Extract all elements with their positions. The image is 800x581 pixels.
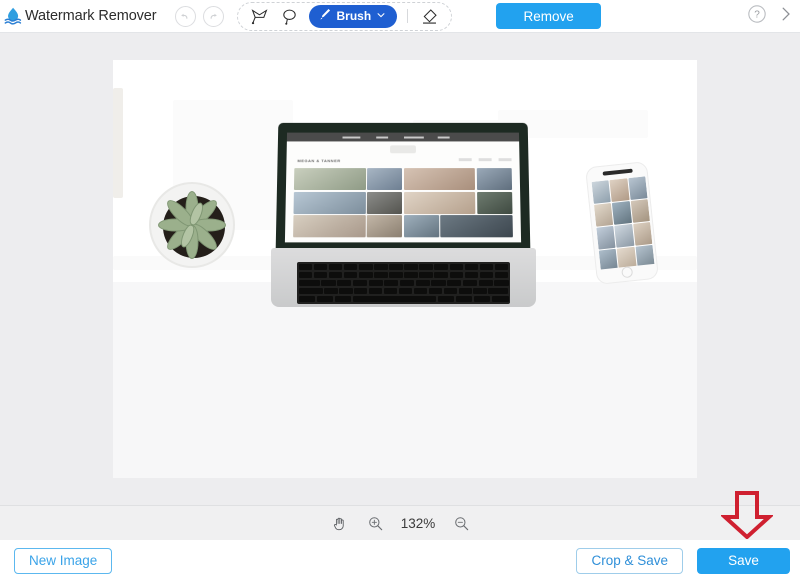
phone-speaker (602, 168, 633, 176)
succulent-plant (149, 182, 235, 268)
app-title: Watermark Remover (25, 8, 157, 24)
zoom-level-label: 132% (400, 515, 436, 531)
laptop-screen: MEGAN & TANNER (284, 132, 522, 243)
selection-tool-group: Brush (236, 1, 453, 31)
laptop-lid: MEGAN & TANNER (275, 122, 531, 251)
hand-pan-icon[interactable] (328, 512, 350, 534)
laptop-keyboard (297, 262, 510, 304)
eraser-icon[interactable] (414, 4, 444, 29)
brand: Watermark Remover (0, 5, 157, 27)
water-drop-wave-logo-icon (3, 5, 25, 27)
save-actions: Crop & Save Save (576, 547, 800, 574)
brush-tool-button[interactable]: Brush (308, 4, 398, 28)
smartphone (585, 161, 659, 285)
history-buttons (174, 5, 224, 27)
question-mark-circle-icon[interactable]: ? (747, 4, 767, 29)
desk-surface (113, 282, 697, 478)
remove-button[interactable]: Remove (496, 3, 602, 29)
brush-tool-label: Brush (336, 9, 372, 23)
redo-arrow-icon[interactable] (202, 5, 224, 27)
toolbar-divider (407, 9, 409, 23)
watermark-remover-app: Watermark Remover Brush Remove ? MEGAN &… (0, 0, 800, 581)
chevron-right-icon[interactable] (779, 4, 794, 29)
zoom-out-magnifier-icon[interactable] (450, 512, 472, 534)
photo-gallery-grid (293, 168, 513, 238)
undo-arrow-icon[interactable] (174, 5, 196, 27)
phone-home-button (621, 266, 634, 279)
bottom-action-bar: New Image Crop & Save Save (0, 540, 800, 581)
lasso-freehand-icon[interactable] (275, 4, 305, 29)
lasso-polygon-icon[interactable] (245, 4, 275, 29)
image-canvas[interactable]: MEGAN & TANNER (0, 33, 800, 505)
brush-icon (318, 7, 332, 26)
website-title: MEGAN & TANNER (297, 158, 341, 164)
svg-text:?: ? (754, 9, 760, 20)
laptop-base (271, 248, 536, 307)
zoom-in-magnifier-icon[interactable] (364, 512, 386, 534)
edited-photo[interactable]: MEGAN & TANNER (113, 60, 697, 478)
chevron-down-icon (376, 7, 386, 25)
new-image-button[interactable]: New Image (14, 547, 113, 574)
top-toolbar: Watermark Remover Brush Remove ? (0, 0, 800, 33)
crop-and-save-button[interactable]: Crop & Save (576, 547, 683, 574)
laptop: MEGAN & TANNER (271, 122, 536, 307)
website-menu (458, 158, 512, 162)
website-logo (390, 145, 416, 154)
zoom-toolbar: 132% (0, 505, 800, 540)
phone-screen (591, 176, 655, 270)
save-button[interactable]: Save (697, 547, 790, 574)
website-navbar (286, 132, 520, 142)
top-right-controls: ? (747, 4, 800, 29)
